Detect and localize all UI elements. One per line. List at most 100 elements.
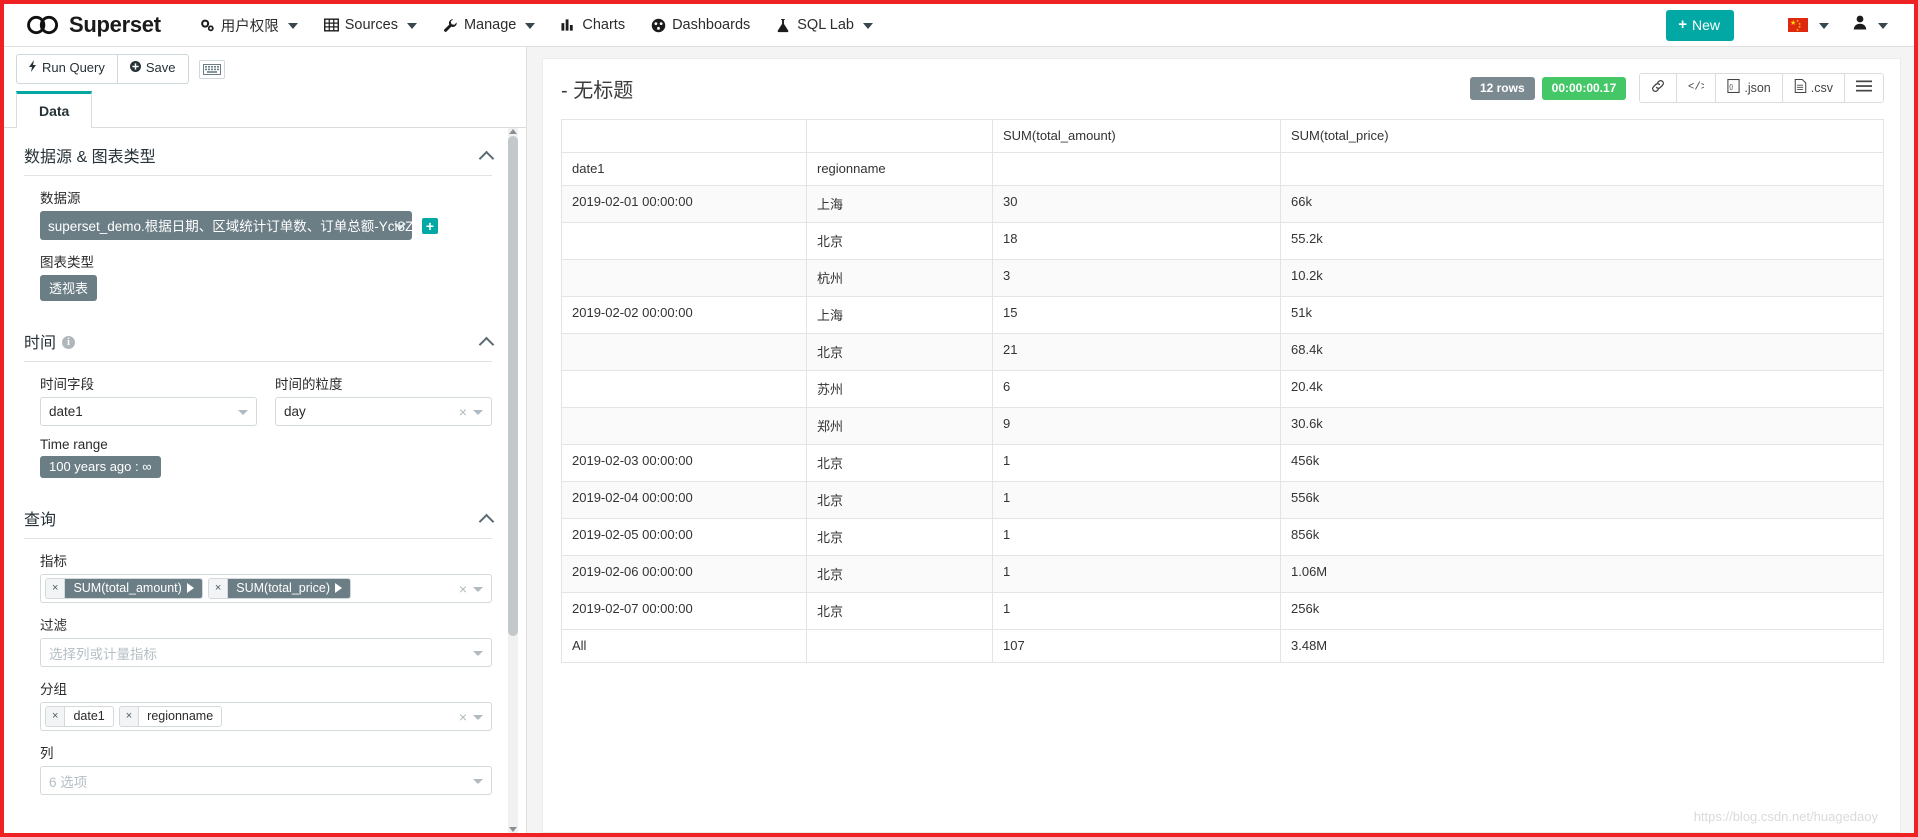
groupby-token[interactable]: × regionname <box>118 706 223 727</box>
region-cell: 北京 <box>806 555 993 593</box>
language-selector[interactable]: ★ ★ ★ ★ ★ <box>1776 18 1841 32</box>
datasource-row: superset_demo.根据日期、区域统计订单数、订单总额-Yci8ZSP9… <box>40 211 492 240</box>
column-header[interactable] <box>806 119 993 153</box>
plus-icon: + <box>1678 16 1687 33</box>
time-range-button[interactable]: 100 years ago : ∞ <box>40 456 161 478</box>
info-icon[interactable]: i <box>62 335 76 349</box>
table-icon <box>323 18 339 33</box>
table-subheader-row: date1 regionname <box>561 152 1884 186</box>
brand-logo-link[interactable]: Superset <box>26 12 161 38</box>
table-row: 北京 18 55.2k <box>561 222 1884 260</box>
time-grain-select[interactable]: day × <box>275 397 492 426</box>
app-window: Superset 用户权限 Sources Manage Charts Dash… <box>0 0 1918 837</box>
nav-item-sql-lab[interactable]: SQL Lab <box>763 4 886 47</box>
date-cell: 2019-02-07 00:00:00 <box>561 592 807 630</box>
nav-items: 用户权限 Sources Manage Charts Dashboards SQ… <box>187 4 886 47</box>
metric-token[interactable]: × SUM(total_amount) <box>45 578 203 599</box>
user-menu[interactable] <box>1841 15 1900 35</box>
svg-text:{}: {} <box>1729 84 1733 91</box>
price-cell: 556k <box>1280 481 1884 519</box>
subcolumn-header[interactable]: date1 <box>561 152 807 186</box>
json-file-icon: {} <box>1727 79 1740 96</box>
date-cell <box>561 407 807 445</box>
groupby-input[interactable]: × date1 × regionname × <box>40 702 492 731</box>
clear-icon[interactable]: × <box>459 404 467 420</box>
top-navbar: Superset 用户权限 Sources Manage Charts Dash… <box>4 4 1914 47</box>
nav-item-sources[interactable]: Sources <box>311 4 430 47</box>
table-row: 2019-02-01 00:00:00 上海 30 66k <box>561 185 1884 223</box>
column-header[interactable]: SUM(total_price) <box>1280 119 1884 153</box>
save-button[interactable]: Save <box>117 54 189 84</box>
superset-logo-icon <box>27 15 59 35</box>
price-cell: 55.2k <box>1280 222 1884 260</box>
query-time-badge: 00:00:00.17 <box>1541 76 1627 100</box>
viz-type-button[interactable]: 透视表 <box>40 275 98 301</box>
table-header-row: SUM(total_amount) SUM(total_price) <box>561 119 1884 153</box>
scrollbar-thumb[interactable] <box>508 136 518 636</box>
region-cell: 上海 <box>806 296 993 334</box>
time-column-select[interactable]: date1 <box>40 397 257 426</box>
remove-icon[interactable]: × <box>208 579 229 598</box>
run-query-button[interactable]: Run Query <box>16 54 118 84</box>
remove-icon[interactable]: × <box>46 707 66 726</box>
section-query-header[interactable]: 查询 <box>24 506 495 539</box>
clear-icon[interactable]: × <box>459 581 467 597</box>
amount-cell: 21 <box>992 333 1281 371</box>
region-cell: 郑州 <box>806 407 993 445</box>
chart-menu-button[interactable] <box>1845 74 1883 102</box>
subcolumn-header[interactable]: regionname <box>806 152 993 186</box>
column-header[interactable]: SUM(total_amount) <box>992 119 1281 153</box>
amount-cell: 6 <box>992 370 1281 408</box>
column-header[interactable] <box>561 119 807 153</box>
metric-token[interactable]: × SUM(total_price) <box>207 578 352 599</box>
columns-input[interactable]: 6 选项 <box>40 766 492 795</box>
chevron-down-icon <box>525 23 536 29</box>
metric-token-label: SUM(total_price) <box>236 581 331 595</box>
chevron-up-icon[interactable] <box>478 336 495 352</box>
keyboard-shortcuts-button[interactable] <box>198 59 225 79</box>
run-query-label: Run Query <box>42 60 105 76</box>
view-query-button[interactable]: </> <box>1677 74 1717 102</box>
chart-title[interactable]: - 无标题 <box>561 74 633 103</box>
section-datasource-header[interactable]: 数据源 & 图表类型 <box>24 143 495 176</box>
metrics-input[interactable]: × SUM(total_amount) × SUM(total_price) × <box>40 574 492 603</box>
datasource-select[interactable]: superset_demo.根据日期、区域统计订单数、订单总额-Yci8ZSP9… <box>40 211 412 240</box>
dashboard-icon <box>651 18 666 33</box>
table-total-row: All 107 3.48M <box>561 629 1884 663</box>
nav-item-manage[interactable]: Manage <box>430 4 548 47</box>
chevron-up-icon[interactable] <box>478 150 495 166</box>
new-button[interactable]: + New <box>1666 9 1734 41</box>
nav-item-charts[interactable]: Charts <box>548 4 638 47</box>
flask-icon <box>776 18 791 33</box>
section-time-header[interactable]: 时间 i <box>24 329 495 362</box>
clear-icon[interactable]: × <box>459 709 467 725</box>
tab-data[interactable]: Data <box>16 91 93 128</box>
remove-icon[interactable]: × <box>119 707 140 726</box>
table-row: 杭州 3 10.2k <box>561 259 1884 297</box>
price-cell: 30.6k <box>1280 407 1884 445</box>
watermark-text: https://blog.csdn.net/huagedaoy <box>1693 809 1878 824</box>
region-cell: 北京 <box>806 333 993 371</box>
hamburger-menu-icon <box>1856 80 1872 95</box>
scroll-up-icon[interactable] <box>509 129 517 134</box>
amount-cell: 15 <box>992 296 1281 334</box>
remove-icon[interactable]: × <box>46 579 66 598</box>
filters-input[interactable]: 选择列或计量指标 <box>40 638 492 667</box>
table-row: 2019-02-07 00:00:00 北京 1 256k <box>561 592 1884 630</box>
scroll-down-icon[interactable] <box>509 827 517 832</box>
export-json-button[interactable]: {} .json <box>1716 74 1783 102</box>
metric-token-label: SUM(total_amount) <box>73 581 182 595</box>
table-row: 北京 21 68.4k <box>561 333 1884 371</box>
control-panel-scrollbar[interactable] <box>508 128 518 833</box>
export-csv-button[interactable]: .csv <box>1782 74 1845 102</box>
field-columns: 列 6 选项 <box>24 731 492 795</box>
add-datasource-button[interactable]: + <box>422 217 438 234</box>
chevron-up-icon[interactable] <box>478 513 495 529</box>
section-title: 数据源 & 图表类型 <box>24 149 156 166</box>
nav-item-dashboards[interactable]: Dashboards <box>638 4 763 47</box>
groupby-token[interactable]: × date1 <box>45 706 114 727</box>
nav-item-permissions[interactable]: 用户权限 <box>187 4 311 47</box>
export-csv-label: .csv <box>1810 80 1833 95</box>
share-link-button[interactable] <box>1640 74 1678 102</box>
nav-item-label: Manage <box>463 17 517 33</box>
